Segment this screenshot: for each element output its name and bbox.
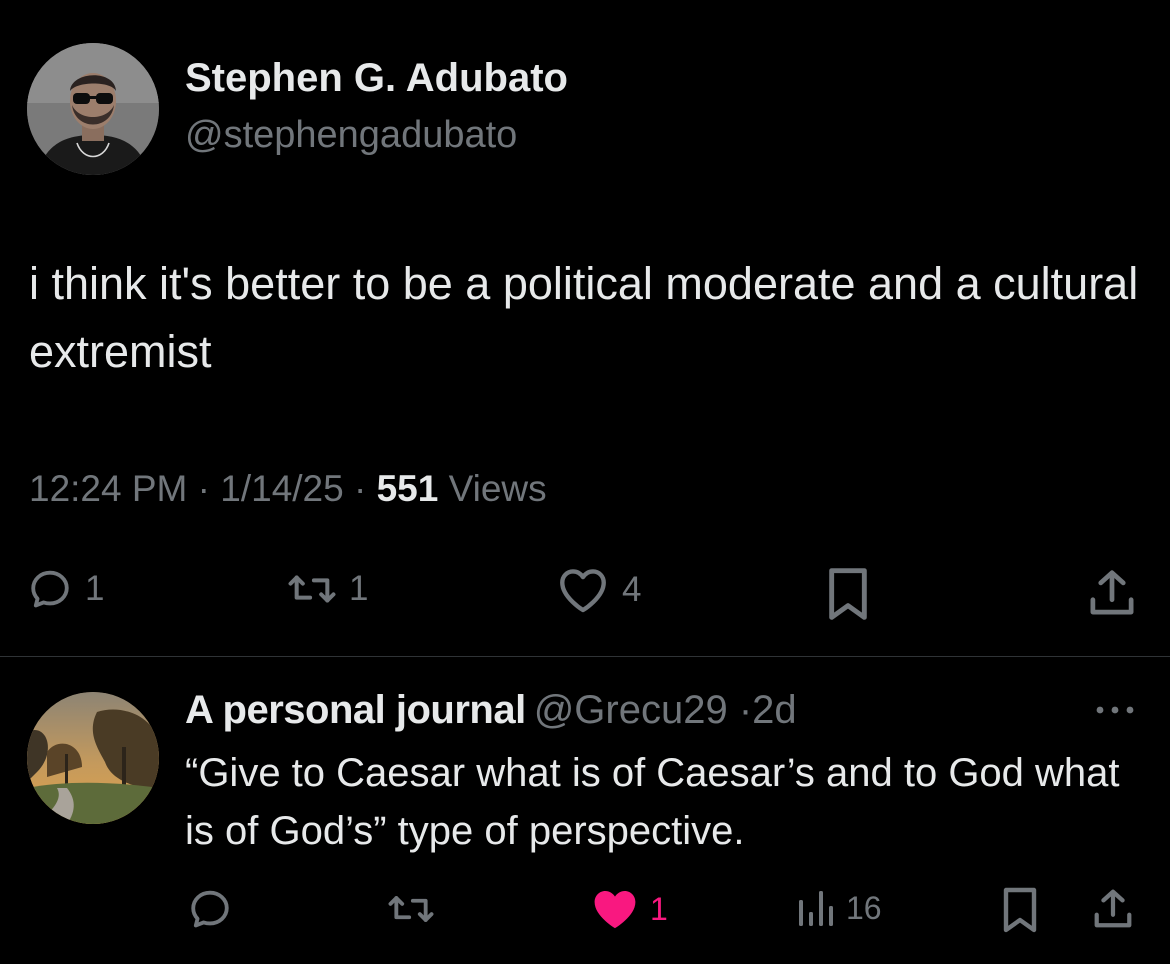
bookmark-icon — [1003, 887, 1037, 933]
more-icon — [1096, 706, 1134, 714]
reply-like-button[interactable]: 1 — [590, 887, 668, 931]
reply-author-handle[interactable]: @Grecu29 — [534, 688, 728, 732]
retweet-count: 1 — [349, 569, 369, 608]
tweet-text: i think it's better to be a political mo… — [29, 258, 1139, 377]
more-options-button[interactable] — [1092, 700, 1138, 725]
tweet-time[interactable]: 12:24 PM — [29, 468, 187, 509]
reply-time[interactable]: 2d — [752, 688, 797, 732]
like-button[interactable]: 4 — [556, 566, 641, 614]
reply-bookmark-button[interactable] — [1000, 886, 1040, 934]
share-icon — [1094, 889, 1132, 928]
reply-share-button[interactable] — [1090, 886, 1136, 932]
reply-author-avatar[interactable] — [27, 692, 159, 824]
reply-icon — [191, 890, 229, 928]
reply-separator: · — [738, 688, 753, 732]
retweet-button[interactable]: 1 — [287, 566, 368, 612]
meta-separator: · — [197, 468, 210, 509]
reply-retweet-button[interactable] — [385, 887, 437, 931]
views-count: 551 — [376, 468, 439, 509]
views-label: Views — [448, 468, 547, 509]
bookmark-icon — [829, 568, 867, 620]
like-count: 4 — [622, 570, 642, 609]
reply-count: 1 — [85, 569, 105, 608]
tweet-meta: 12:24 PM · 1/14/25 · 551 Views — [29, 468, 547, 510]
share-button[interactable] — [1085, 566, 1139, 620]
heart-icon — [560, 569, 606, 613]
reply-icon — [31, 570, 69, 608]
author-avatar[interactable] — [27, 43, 159, 175]
reply-author-name[interactable]: A personal journal — [185, 688, 526, 732]
reply-button[interactable]: 1 — [27, 566, 104, 612]
avatar-photo — [27, 43, 159, 175]
reply-header: A personal journal @Grecu29 ·2d — [185, 688, 797, 733]
share-icon — [1090, 570, 1134, 615]
reply-reply-button[interactable] — [186, 886, 234, 932]
retweet-icon — [388, 896, 434, 922]
heart-filled-icon — [594, 891, 636, 929]
bookmark-button[interactable] — [824, 566, 872, 622]
reply-like-count: 1 — [650, 890, 668, 927]
retweet-icon — [288, 575, 336, 603]
divider — [0, 656, 1170, 657]
reply-views-button[interactable]: 16 — [796, 888, 882, 928]
author-handle[interactable]: @stephengadubato — [185, 114, 517, 157]
reply-views-count: 16 — [846, 889, 882, 926]
avatar-photo — [27, 692, 159, 824]
author-name[interactable]: Stephen G. Adubato — [185, 56, 568, 101]
reply-text: “Give to Caesar what is of Caesar’s and … — [185, 751, 1120, 853]
analytics-icon — [799, 891, 833, 926]
tweet-date[interactable]: 1/14/25 — [220, 468, 343, 509]
meta-separator: · — [354, 468, 367, 509]
